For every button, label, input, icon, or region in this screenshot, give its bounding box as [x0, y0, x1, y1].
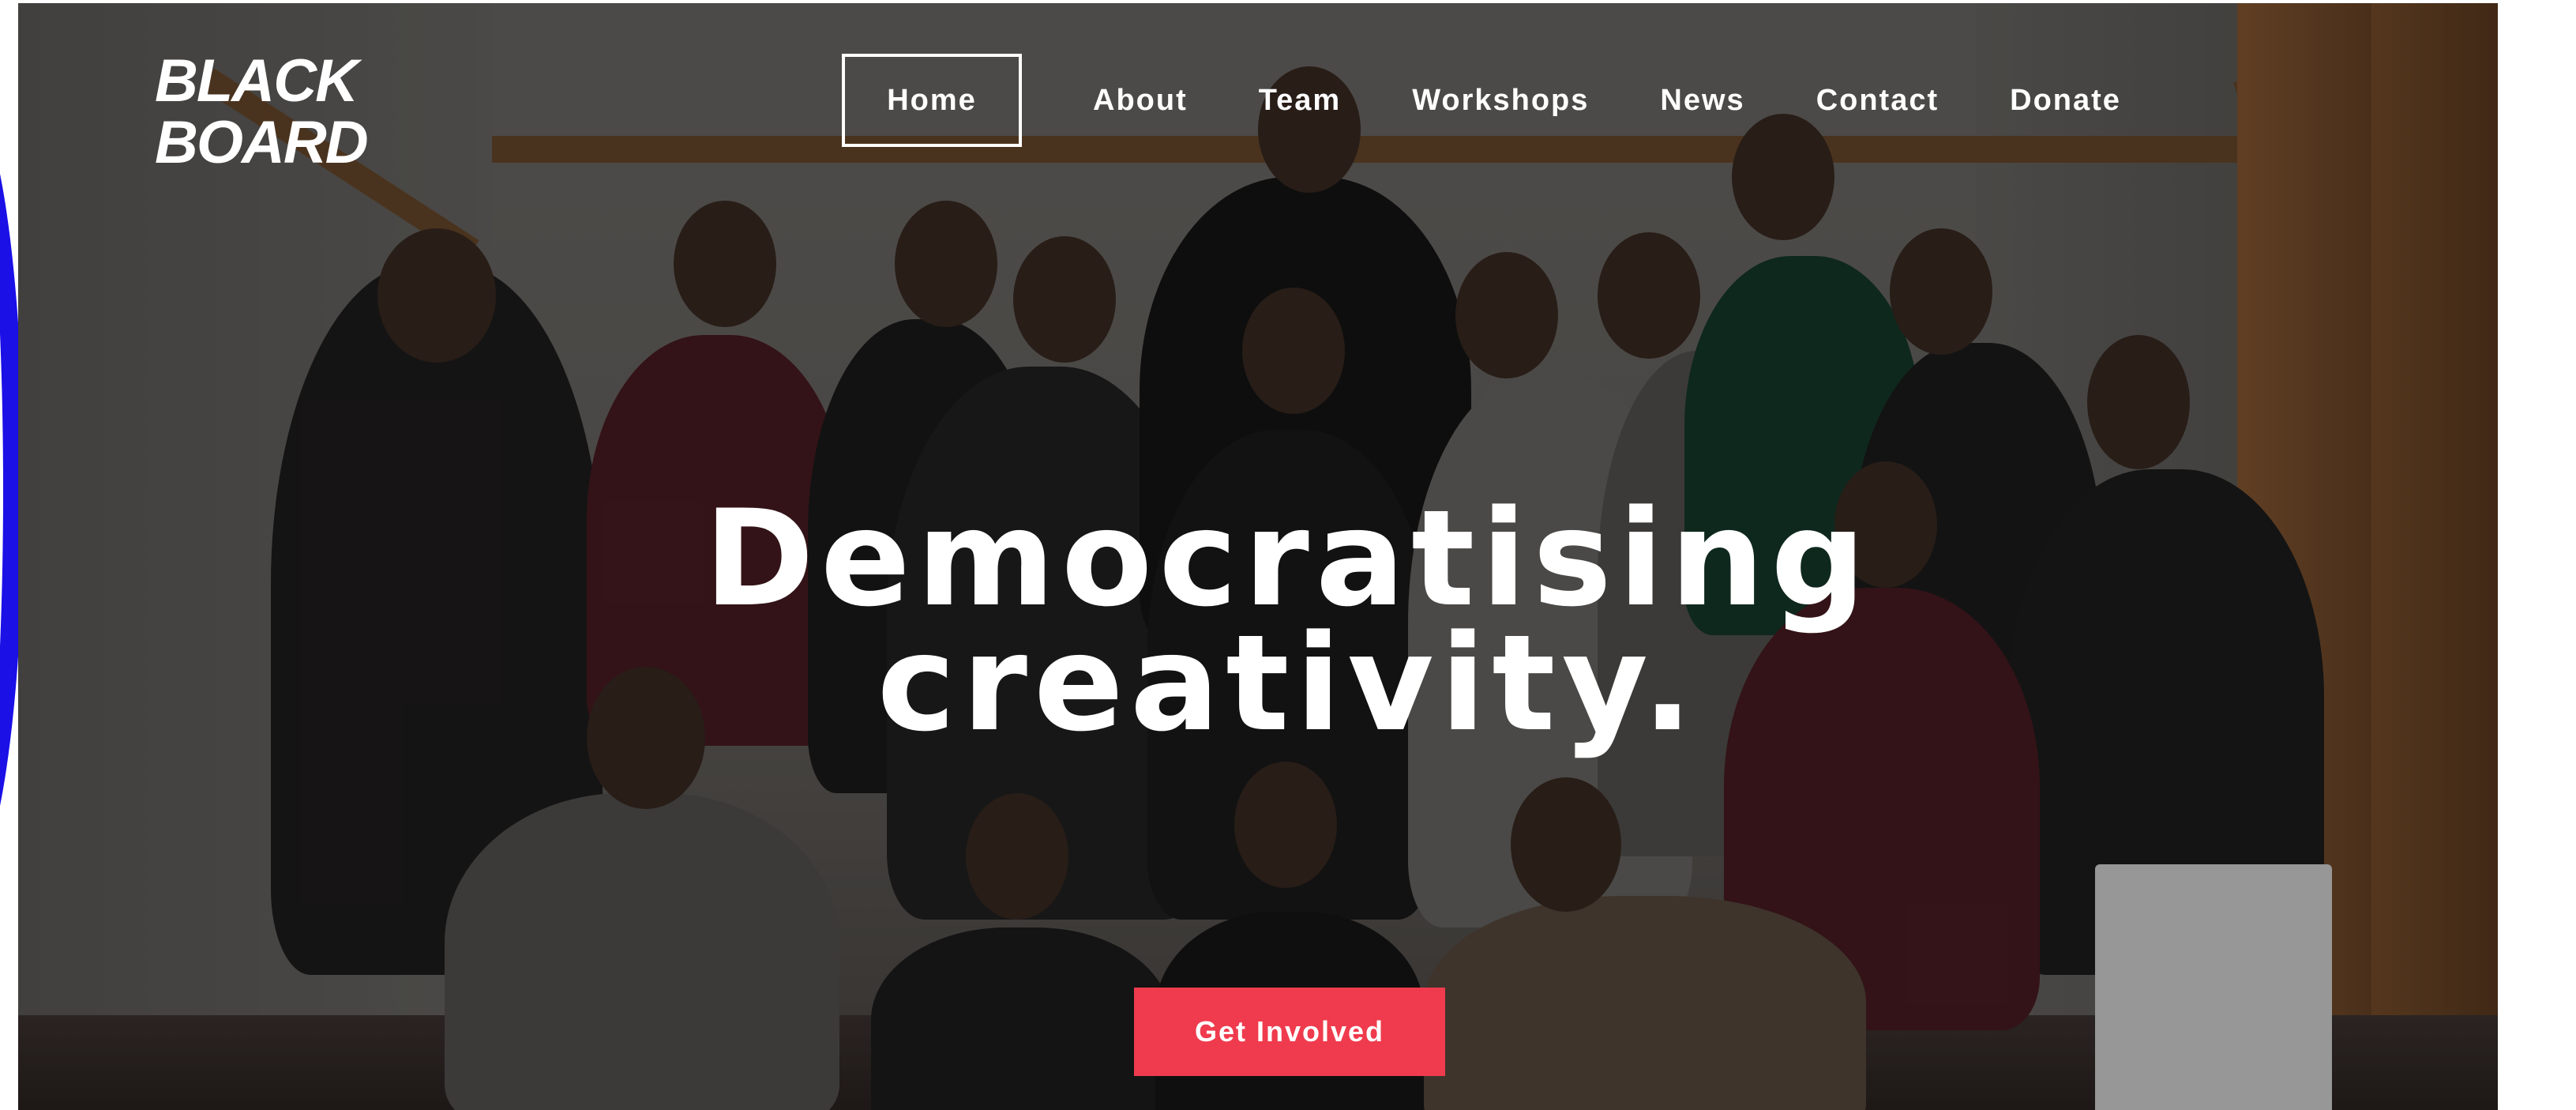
nav-donate[interactable]: Donate: [2010, 54, 2121, 147]
nav-contact[interactable]: Contact: [1816, 54, 1939, 147]
nav-news[interactable]: News: [1660, 54, 1744, 147]
hero-headline: Democratising creativity.: [0, 481, 2576, 761]
nav-workshops[interactable]: Workshops: [1412, 54, 1589, 147]
logo-line1: BLACK: [155, 47, 359, 115]
hero-headline-line2: creativity.: [877, 606, 1699, 761]
get-involved-button[interactable]: Get Involved: [1134, 988, 1445, 1076]
nav-about[interactable]: About: [1093, 54, 1188, 147]
nav-home[interactable]: Home: [842, 54, 1022, 147]
hero-headline-line1: Democratising: [704, 481, 1872, 636]
main-navigation: Home About Team Workshops News Contact D…: [842, 54, 2121, 147]
logo-line2: BOARD: [155, 109, 369, 176]
blackboard-logo[interactable]: BLACK BOARD: [155, 51, 407, 177]
nav-team[interactable]: Team: [1259, 54, 1341, 147]
